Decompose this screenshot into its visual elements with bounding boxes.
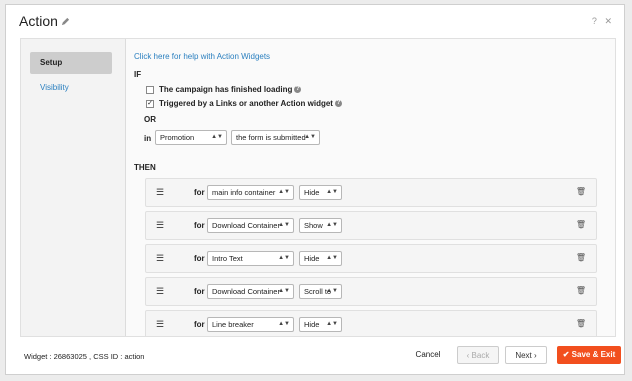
question-icon[interactable]: ? [294,86,302,94]
if-label: IF [134,70,142,79]
triggered-checkbox[interactable]: ✓ [146,100,154,108]
in-label: in [144,134,152,143]
dialog-title: Action [19,13,58,29]
action-select[interactable]: Hide ▲▼ [299,185,342,200]
back-button[interactable]: ‹ Back [457,346,499,364]
trash-icon[interactable]: 🗑 [576,319,586,328]
event-select[interactable]: the form is submitted ▲▼ [231,130,320,145]
question-icon[interactable]: ? [592,16,597,26]
trash-icon[interactable]: 🗑 [576,187,586,196]
action-row: ☰ for main info container ▲▼ Hide ▲▼ 🗑 [145,178,597,207]
action-select[interactable]: Hide ▲▼ [299,251,342,266]
trash-icon[interactable]: 🗑 [576,253,586,262]
target-select[interactable]: Download Container ▲▼ [207,218,294,233]
target-select[interactable]: Line breaker ▲▼ [207,317,294,332]
close-icon[interactable]: ✕ [604,16,612,26]
campaign-loaded-checkbox[interactable] [146,86,154,94]
action-dialog: Action ? ✕ Setup Visibility Click here f… [5,4,625,375]
sidebar-item-visibility[interactable]: Visibility [30,77,112,99]
drag-handle-icon[interactable]: ☰ [156,187,164,198]
action-row: ☰ for Line breaker ▲▼ Hide ▲▼ 🗑 [145,310,597,336]
setup-content: Click here for help with Action Widgets … [125,39,615,336]
save-exit-button[interactable]: ✔ Save & Exit [557,346,621,364]
target-select[interactable]: main info container ▲▼ [207,185,294,200]
drag-handle-icon[interactable]: ☰ [156,286,164,297]
action-row: ☰ for Intro Text ▲▼ Hide ▲▼ 🗑 [145,244,597,273]
check-icon: ✔ [562,350,572,359]
help-link[interactable]: Click here for help with Action Widgets [134,52,270,61]
question-icon[interactable]: ? [334,100,342,108]
cancel-button[interactable]: Cancel [410,346,446,364]
drag-handle-icon[interactable]: ☰ [156,253,164,264]
action-row: ☰ for Download Container ▲▼ Show ▲▼ 🗑 [145,211,597,240]
widget-panel: Setup Visibility Click here for help wit… [20,38,616,337]
then-label: THEN [134,163,156,172]
action-row: ☰ for Download Container ▲▼ Scroll to ▲▼ 🗑 [145,277,597,306]
sidebar-item-setup[interactable]: Setup [30,52,112,74]
trash-icon[interactable]: 🗑 [576,220,586,229]
trash-icon[interactable]: 🗑 [576,286,586,295]
updown-icon: ▲▼ [211,134,223,140]
target-select[interactable]: Intro Text ▲▼ [207,251,294,266]
promotion-select[interactable]: Promotion ▲▼ [155,130,227,145]
updown-icon: ▲▼ [304,134,316,140]
target-select[interactable]: Download Container ▲▼ [207,284,294,299]
action-select[interactable]: Show ▲▼ [299,218,342,233]
pencil-icon[interactable] [61,17,70,26]
or-label: OR [144,115,156,124]
widget-info: Widget : 26863025 , CSS ID : action [24,352,145,361]
triggered-label: Triggered by a Links or another Action w… [159,99,342,108]
action-select[interactable]: Hide ▲▼ [299,317,342,332]
campaign-loaded-label: The campaign has finished loading? [159,85,302,94]
action-select[interactable]: Scroll to ▲▼ [299,284,342,299]
drag-handle-icon[interactable]: ☰ [156,319,164,330]
drag-handle-icon[interactable]: ☰ [156,220,164,231]
next-button[interactable]: Next › [505,346,547,364]
